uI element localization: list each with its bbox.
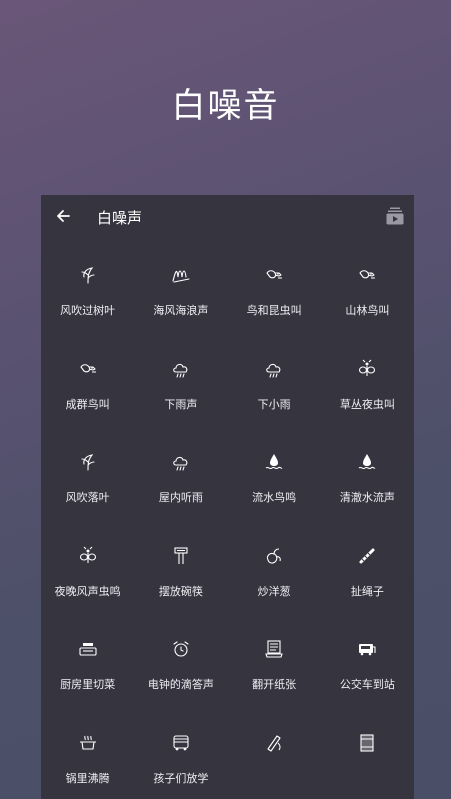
sound-item[interactable]: 流水鸟鸣 bbox=[228, 426, 321, 520]
leaf-icon bbox=[78, 452, 98, 472]
sound-label: 风吹落叶 bbox=[65, 491, 110, 504]
sound-item[interactable] bbox=[228, 707, 321, 799]
sound-item[interactable]: 下雨声 bbox=[134, 333, 227, 427]
sound-label: 山林鸟叫 bbox=[345, 304, 390, 317]
school-bus-icon bbox=[171, 733, 191, 753]
bird-icon bbox=[78, 359, 98, 379]
film-icon bbox=[357, 733, 377, 753]
insect-icon bbox=[78, 546, 98, 566]
panel-header: 白噪声 bbox=[41, 195, 414, 239]
sound-label: 海风海浪声 bbox=[153, 304, 209, 317]
rain-cloud-icon bbox=[171, 452, 191, 472]
sound-item[interactable]: 鸟和昆虫叫 bbox=[228, 239, 321, 333]
sound-label: 公交车到站 bbox=[339, 678, 395, 691]
bird-icon bbox=[357, 265, 377, 285]
onion-icon bbox=[264, 546, 284, 566]
playlist-icon bbox=[386, 207, 404, 225]
water-drop-icon bbox=[264, 452, 284, 472]
sound-item[interactable]: 清澈水流声 bbox=[321, 426, 414, 520]
chopsticks-icon bbox=[171, 546, 191, 566]
wave-icon bbox=[171, 265, 191, 285]
bus-stop-icon bbox=[357, 639, 377, 659]
paper-icon bbox=[264, 639, 284, 659]
sound-item[interactable]: 风吹落叶 bbox=[41, 426, 134, 520]
sound-label: 厨房里切菜 bbox=[60, 678, 116, 691]
sound-item[interactable]: 成群鸟叫 bbox=[41, 333, 134, 427]
insect-icon bbox=[357, 359, 377, 379]
sound-label: 鸟和昆虫叫 bbox=[246, 304, 302, 317]
sound-item[interactable]: 孩子们放学 bbox=[134, 707, 227, 799]
sound-label: 风吹过树叶 bbox=[60, 304, 116, 317]
rope-icon bbox=[357, 546, 377, 566]
sound-item[interactable]: 扯绳子 bbox=[321, 520, 414, 614]
sound-label: 摆放碗筷 bbox=[158, 584, 203, 598]
sound-label: 草丛夜虫叫 bbox=[339, 397, 395, 411]
sound-item[interactable]: 公交车到站 bbox=[321, 613, 414, 707]
sound-item[interactable]: 电钟的滴答声 bbox=[134, 613, 227, 707]
sound-item[interactable]: 草丛夜虫叫 bbox=[321, 333, 414, 427]
cutting-board-icon bbox=[78, 639, 98, 659]
sound-label: 夜晚风声虫鸣 bbox=[54, 584, 121, 598]
sound-label: 炒洋葱 bbox=[257, 584, 291, 598]
playlist-button[interactable] bbox=[386, 206, 404, 226]
sound-label: 锅里沸腾 bbox=[65, 771, 110, 785]
panel-title: 白噪声 bbox=[97, 209, 143, 227]
sound-label: 翻开纸张 bbox=[252, 678, 297, 691]
sound-item[interactable] bbox=[321, 707, 414, 799]
arrow-left-icon bbox=[57, 210, 70, 222]
sound-item[interactable]: 夜晚风声虫鸣 bbox=[41, 520, 134, 614]
leaf-icon bbox=[78, 265, 98, 285]
sound-label: 流水鸟鸣 bbox=[252, 491, 297, 504]
sound-item[interactable]: 风吹过树叶 bbox=[41, 239, 134, 333]
sound-label: 电钟的滴答声 bbox=[147, 678, 214, 691]
sound-label: 下雨声 bbox=[164, 397, 198, 411]
water-drop-icon bbox=[357, 452, 377, 472]
sound-label: 下小雨 bbox=[257, 397, 291, 411]
bird-icon bbox=[264, 265, 284, 285]
sound-item[interactable]: 海风海浪声 bbox=[134, 239, 227, 333]
sound-item[interactable]: 摆放碗筷 bbox=[134, 520, 227, 614]
sound-item[interactable]: 炒洋葱 bbox=[228, 520, 321, 614]
hero-title: 白噪音 bbox=[171, 86, 280, 126]
sound-label: 孩子们放学 bbox=[153, 771, 209, 785]
rain-cloud-icon bbox=[171, 359, 191, 379]
sound-item[interactable]: 锅里沸腾 bbox=[41, 707, 134, 799]
sound-label: 成群鸟叫 bbox=[65, 397, 110, 411]
sound-item[interactable]: 厨房里切菜 bbox=[41, 613, 134, 707]
sound-item[interactable]: 屋内听雨 bbox=[134, 426, 227, 520]
pot-icon bbox=[78, 733, 98, 753]
back-button[interactable] bbox=[53, 206, 73, 226]
white-noise-panel: 白噪声 风吹过树叶 海风海浪声 鸟和昆虫叫 山林鸟叫 成群鸟叫 下雨声 下小雨 草丛夜虫叫 风吹… bbox=[41, 195, 414, 799]
pen-icon bbox=[264, 733, 284, 753]
sound-item[interactable]: 下小雨 bbox=[228, 333, 321, 427]
sound-grid: 风吹过树叶 海风海浪声 鸟和昆虫叫 山林鸟叫成群鸟叫 下雨声 下小雨 草丛夜虫叫风吹落叶 屋内… bbox=[41, 239, 414, 799]
sound-label: 清澈水流声 bbox=[339, 491, 395, 504]
sound-item[interactable]: 翻开纸张 bbox=[228, 613, 321, 707]
alarm-clock-icon bbox=[171, 639, 191, 659]
rain-cloud-icon bbox=[264, 359, 284, 379]
sound-label: 扯绳子 bbox=[350, 584, 384, 598]
sound-item[interactable]: 山林鸟叫 bbox=[321, 239, 414, 333]
sound-label: 屋内听雨 bbox=[158, 491, 203, 504]
